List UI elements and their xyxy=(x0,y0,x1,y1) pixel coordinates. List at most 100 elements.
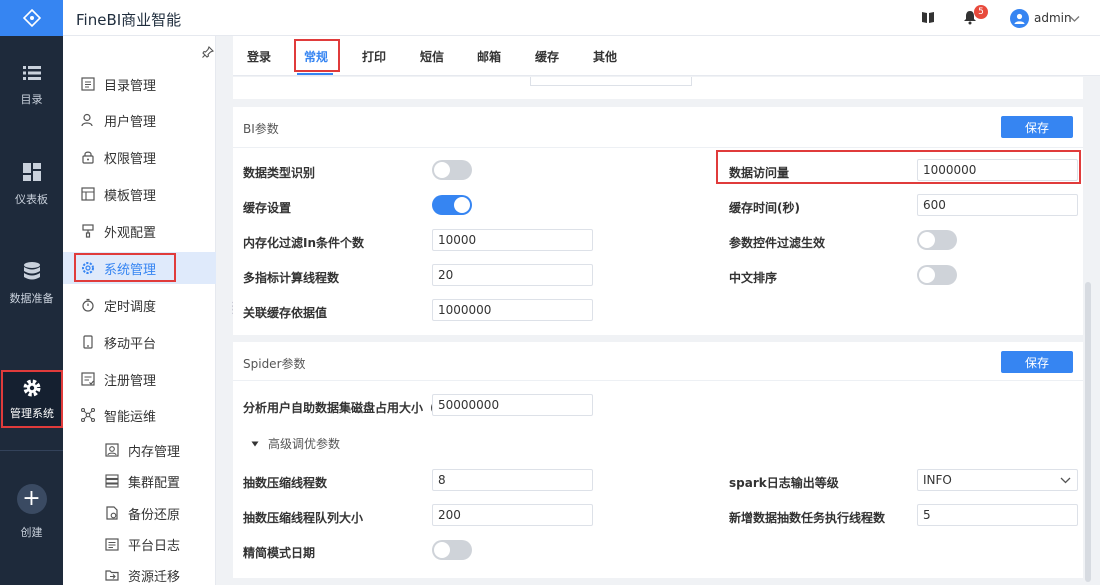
field-label: 中文排序 xyxy=(729,271,778,285)
sidebar-item-migration[interactable]: 资源迁移 xyxy=(63,559,216,585)
field-label: 抽数压缩线程数 xyxy=(243,476,328,490)
disk-usage-input[interactable]: 50000000 xyxy=(432,394,593,416)
sidebar-item-permissions[interactable]: 权限管理 xyxy=(63,141,216,173)
mobile-icon xyxy=(80,334,96,350)
list-icon xyxy=(22,66,41,80)
admin-sidebar: 目录管理 用户管理 权限管理 模板管理 外观配置 系统管理 定时调度 移动平台 … xyxy=(63,36,216,585)
tab-email[interactable]: 邮箱 xyxy=(477,36,501,76)
register-icon xyxy=(80,371,96,387)
tab-sms[interactable]: 短信 xyxy=(420,36,444,76)
server-icon xyxy=(104,473,120,489)
sidebar-item-users[interactable]: 用户管理 xyxy=(63,104,216,136)
toggle-knob xyxy=(919,267,935,283)
sidebar-item-backup[interactable]: 备份还原 xyxy=(63,497,216,529)
text-input[interactable] xyxy=(530,77,692,86)
rail-item-catalog[interactable]: 目录 xyxy=(0,46,63,126)
migrate-icon xyxy=(104,567,120,583)
sidebar-item-registration[interactable]: 注册管理 xyxy=(63,363,216,395)
timer-icon xyxy=(80,297,96,313)
pin-icon[interactable] xyxy=(202,46,214,61)
rail-label: 仪表板 xyxy=(15,193,48,206)
compress-threads-input[interactable]: 8 xyxy=(432,469,593,491)
rail-item-data-prep[interactable]: 数据准备 xyxy=(0,244,63,324)
in-filter-input[interactable]: 10000 xyxy=(432,229,593,251)
field-label: 缓存时间(秒) xyxy=(729,201,800,215)
user-icon xyxy=(1014,13,1025,24)
tab-cache[interactable]: 缓存 xyxy=(535,36,559,76)
sidebar-item-schedule[interactable]: 定时调度 xyxy=(63,289,216,321)
field-label: 参数控件过滤生效 xyxy=(729,236,826,250)
rail-item-dashboard[interactable]: 仪表板 xyxy=(0,145,63,225)
active-tab-indicator xyxy=(297,73,333,75)
tab-other[interactable]: 其他 xyxy=(593,36,617,76)
field-label: 抽数压缩线程队列大小 xyxy=(243,511,364,525)
rail-item-create[interactable]: + 创建 xyxy=(0,472,63,552)
cache-time-input[interactable]: 600 xyxy=(917,194,1078,216)
compress-queue-input[interactable]: 200 xyxy=(432,504,593,526)
help-book-icon[interactable] xyxy=(921,11,935,27)
highlight-box xyxy=(716,150,1081,184)
cache-toggle[interactable] xyxy=(432,195,472,215)
sidebar-item-label: 注册管理 xyxy=(104,373,157,389)
tab-login[interactable]: 登录 xyxy=(247,36,271,76)
sidebar-item-cluster[interactable]: 集群配置 xyxy=(63,465,216,497)
sidebar-item-ops[interactable]: 智能运维 xyxy=(63,399,216,431)
chevron-down-icon xyxy=(1060,477,1071,483)
toggle-knob xyxy=(434,162,450,178)
user-name[interactable]: admin xyxy=(1034,11,1072,25)
main-rail: 目录 仪表板 数据准备 管理系统 + 创建 xyxy=(0,0,63,585)
sidebar-item-label: 移动平台 xyxy=(104,336,157,352)
chevron-down-icon[interactable] xyxy=(1069,12,1080,26)
log-icon xyxy=(104,536,120,552)
new-task-threads-input[interactable]: 5 xyxy=(917,504,1078,526)
field-label: 数据类型识别 xyxy=(243,166,316,180)
rail-label: 数据准备 xyxy=(9,292,54,305)
catalog-icon xyxy=(80,76,96,92)
sidebar-item-memory[interactable]: 内存管理 xyxy=(63,434,216,466)
scrollbar-thumb[interactable] xyxy=(1085,282,1091,582)
highlight-box xyxy=(74,253,176,282)
sidebar-item-mobile[interactable]: 移动平台 xyxy=(63,326,216,358)
multi-calc-input[interactable]: 20 xyxy=(432,264,593,286)
rail-item-admin[interactable]: 管理系统 xyxy=(1,370,63,428)
sidebar-item-label: 用户管理 xyxy=(104,114,157,130)
toggle-knob xyxy=(434,542,450,558)
sidebar-item-logs[interactable]: 平台日志 xyxy=(63,528,216,560)
rail-divider xyxy=(0,450,63,451)
save-button[interactable]: 保存 xyxy=(1001,351,1073,373)
rel-cache-input[interactable]: 1000000 xyxy=(432,299,593,321)
highlight-box xyxy=(294,39,340,72)
field-label: 多指标计算线程数 xyxy=(243,271,340,285)
cn-sort-toggle[interactable] xyxy=(917,265,957,285)
sidebar-item-templates[interactable]: 模板管理 xyxy=(63,178,216,210)
scrollbar[interactable] xyxy=(1085,77,1093,585)
caret-down-icon[interactable] xyxy=(251,436,259,450)
plus-icon: + xyxy=(16,484,47,514)
rail-label: 创建 xyxy=(20,526,43,539)
sidebar-item-catalog[interactable]: 目录管理 xyxy=(63,68,216,100)
sidebar-item-label: 平台日志 xyxy=(128,538,181,554)
sidebar-item-label: 模板管理 xyxy=(104,188,157,204)
data-type-toggle[interactable] xyxy=(432,160,472,180)
field-label: spark日志输出等级 xyxy=(729,476,839,490)
app-logo[interactable] xyxy=(0,0,63,36)
sidebar-item-appearance[interactable]: 外观配置 xyxy=(63,215,216,247)
logo-icon xyxy=(22,9,41,27)
field-label: 精简模式日期 xyxy=(243,546,316,560)
dashboard-icon xyxy=(22,163,41,181)
avatar[interactable] xyxy=(1010,9,1029,28)
save-button[interactable]: 保存 xyxy=(1001,116,1073,138)
tab-print[interactable]: 打印 xyxy=(362,36,386,76)
field-label: 关联缓存依据值 xyxy=(243,306,328,320)
lock-icon xyxy=(80,149,96,165)
spark-log-select[interactable]: INFO xyxy=(917,469,1078,491)
field-label: 缓存设置 xyxy=(243,201,292,215)
simple-mode-toggle[interactable] xyxy=(432,540,472,560)
gear-icon xyxy=(23,379,41,396)
advanced-toggle-label[interactable]: 高级调优参数 xyxy=(268,435,340,452)
field-label: 新增数据抽数任务执行线程数 xyxy=(729,511,886,525)
param-filter-toggle[interactable] xyxy=(917,230,957,250)
previous-panel xyxy=(233,77,1083,99)
divider xyxy=(233,380,1083,381)
divider xyxy=(233,147,1083,148)
